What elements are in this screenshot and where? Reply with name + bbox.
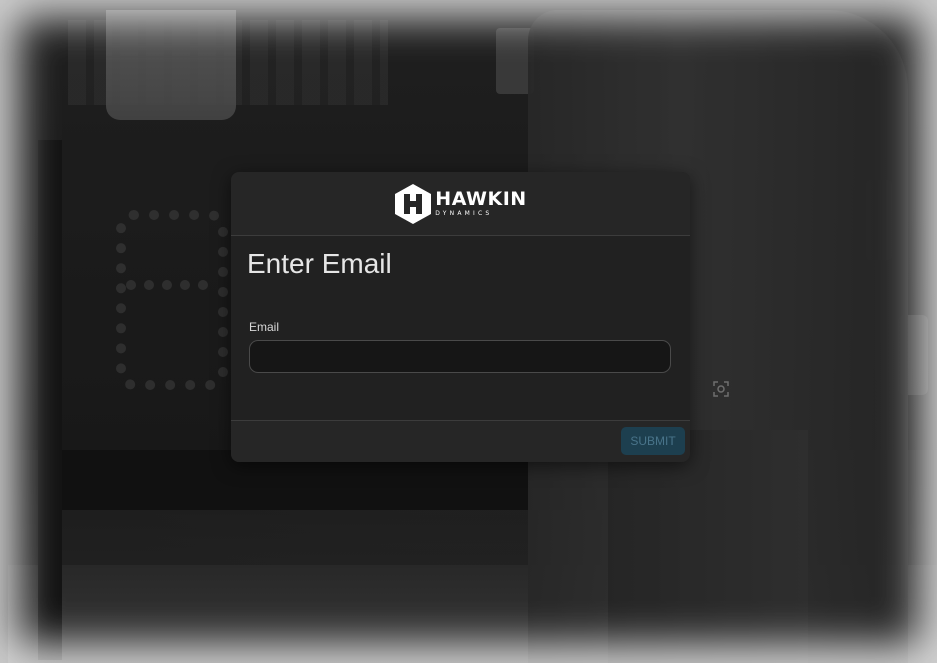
focus-scan-icon: [713, 381, 729, 397]
dialog-title: Enter Email: [247, 248, 392, 279]
dialog-body: Enter Email Email: [231, 236, 690, 420]
submit-button[interactable]: SUBMIT: [621, 427, 685, 455]
brand-wordmark: HAWKIN DYNAMICS: [435, 190, 526, 217]
email-input[interactable]: [249, 340, 671, 373]
app-window: HAWKIN DYNAMICS Enter Email Email SUBMIT: [0, 0, 937, 663]
brand-logo: HAWKIN DYNAMICS: [394, 183, 526, 225]
brand-tagline: DYNAMICS: [435, 210, 493, 217]
email-dialog: HAWKIN DYNAMICS Enter Email Email SUBMIT: [231, 172, 690, 462]
hawkin-hexagon-logo-icon: [395, 183, 432, 224]
dialog-footer: SUBMIT: [231, 420, 690, 462]
brand-name: HAWKIN: [435, 188, 527, 210]
email-label: Email: [249, 320, 280, 334]
dialog-header: HAWKIN DYNAMICS: [231, 172, 690, 236]
